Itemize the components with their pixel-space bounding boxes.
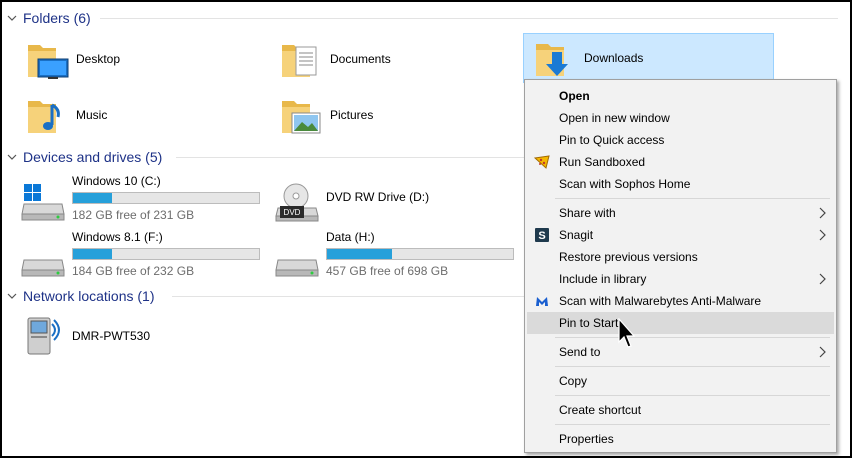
menu-item-label: Create shortcut (559, 403, 642, 417)
chevron-right-icon (819, 229, 826, 241)
svg-text:S: S (538, 230, 545, 242)
menu-item-label: Snagit (559, 228, 594, 242)
music-folder-icon (28, 101, 60, 133)
mouse-pointer-icon (618, 318, 636, 348)
folder-desktop[interactable]: Desktop (26, 35, 266, 83)
drive-usage-fill (73, 249, 113, 259)
documents-folder-icon (282, 45, 317, 77)
drive-free-space: 457 GB free of 698 GB (326, 264, 449, 278)
pictures-folder-icon (282, 101, 321, 134)
drive-d[interactable]: DVD DVD RW Drive (D:) (274, 174, 514, 226)
menu-item-snagit[interactable]: S Snagit (527, 224, 834, 246)
drive-name: Windows 8.1 (F:) (72, 230, 163, 244)
menu-item-label: Scan with Malwarebytes Anti-Malware (559, 294, 762, 308)
drive-usage-bar (72, 192, 260, 204)
context-menu: Open Open in new window Pin to Quick acc… (524, 79, 837, 453)
menu-item-copy[interactable]: Copy (527, 370, 834, 392)
chevron-down-icon (7, 154, 17, 160)
chevron-right-icon (819, 346, 826, 358)
menu-item-label: Properties (559, 432, 614, 446)
drive-name: DVD RW Drive (D:) (326, 190, 430, 204)
drive-h[interactable]: Data (H:) 457 GB free of 698 GB (274, 230, 514, 282)
menu-item-open[interactable]: Open (527, 85, 834, 107)
menu-item-label: Open (559, 89, 590, 103)
section-header-folders[interactable]: Folders (6) (6, 8, 91, 28)
chevron-right-icon (819, 273, 826, 285)
folder-pictures[interactable]: Pictures (280, 91, 520, 139)
media-device-icon (27, 317, 60, 355)
folder-name: Music (76, 108, 108, 122)
windows-drive-icon (21, 184, 65, 221)
folder-documents[interactable]: Documents (280, 35, 520, 83)
menu-item-label: Share with (559, 206, 616, 220)
folder-name: Documents (330, 52, 391, 66)
section-header-network[interactable]: Network locations (1) (6, 286, 155, 306)
section-title: Folders (6) (23, 10, 91, 26)
menu-item-restore-versions[interactable]: Restore previous versions (527, 246, 834, 268)
menu-item-label: Open in new window (559, 111, 670, 125)
menu-separator (555, 337, 830, 338)
drive-usage-bar (326, 248, 514, 260)
menu-item-label: Scan with Sophos Home (559, 177, 691, 191)
menu-item-run-sandboxed[interactable]: Run Sandboxed (527, 151, 834, 173)
snagit-icon: S (535, 228, 549, 242)
menu-item-scan-sophos[interactable]: Scan with Sophos Home (527, 173, 834, 195)
menu-item-label: Send to (559, 345, 601, 359)
sandbox-icon (534, 155, 550, 169)
drive-usage-bar (72, 248, 260, 260)
menu-item-properties[interactable]: Properties (527, 428, 834, 450)
drive-free-space: 182 GB free of 231 GB (72, 208, 195, 222)
folder-downloads[interactable]: Downloads (523, 33, 774, 83)
menu-item-include-library[interactable]: Include in library (527, 268, 834, 290)
menu-item-send-to[interactable]: Send to (527, 341, 834, 363)
section-divider (172, 296, 524, 297)
folder-music[interactable]: Music (26, 91, 266, 139)
menu-item-share-with[interactable]: Share with (527, 202, 834, 224)
section-title: Network locations (1) (23, 288, 155, 304)
network-device[interactable]: DMR-PWT530 (22, 312, 262, 360)
device-name: DMR-PWT530 (72, 329, 151, 343)
menu-item-label: Run Sandboxed (559, 155, 646, 169)
chevron-right-icon (819, 207, 826, 219)
folder-name: Downloads (584, 51, 644, 65)
section-divider (176, 157, 524, 158)
folder-name: Desktop (76, 52, 121, 66)
menu-item-create-shortcut[interactable]: Create shortcut (527, 399, 834, 421)
drive-c[interactable]: Windows 10 (C:) 182 GB free of 231 GB (20, 174, 260, 226)
hard-drive-icon (21, 259, 65, 277)
menu-item-scan-malwarebytes[interactable]: Scan with Malwarebytes Anti-Malware (527, 290, 834, 312)
chevron-down-icon (7, 293, 17, 299)
svg-text:DVD: DVD (284, 208, 301, 217)
menu-item-label: Pin to Start (559, 316, 619, 330)
section-divider (100, 18, 838, 19)
desktop-folder-icon (28, 45, 69, 79)
hard-drive-icon (275, 259, 319, 277)
menu-item-label: Pin to Quick access (559, 133, 665, 147)
dvd-drive-icon: DVD (275, 183, 319, 222)
menu-item-pin-quick-access[interactable]: Pin to Quick access (527, 129, 834, 151)
menu-item-open-new-window[interactable]: Open in new window (527, 107, 834, 129)
menu-separator (555, 395, 830, 396)
menu-separator (555, 366, 830, 367)
drive-name: Windows 10 (C:) (72, 174, 161, 188)
downloads-folder-icon (536, 44, 568, 76)
drive-free-space: 184 GB free of 232 GB (72, 264, 195, 278)
drive-f[interactable]: Windows 8.1 (F:) 184 GB free of 232 GB (20, 230, 260, 282)
menu-item-label: Copy (559, 374, 588, 388)
folder-name: Pictures (330, 108, 374, 122)
chevron-down-icon (7, 15, 17, 21)
drive-usage-fill (73, 193, 113, 203)
malwarebytes-icon (536, 297, 548, 306)
menu-item-pin-to-start[interactable]: Pin to Start (527, 312, 834, 334)
section-title: Devices and drives (5) (23, 149, 163, 165)
menu-separator (555, 198, 830, 199)
menu-item-label: Include in library (559, 272, 647, 286)
section-header-devices[interactable]: Devices and drives (5) (6, 147, 162, 167)
drive-name: Data (H:) (326, 230, 375, 244)
menu-item-label: Restore previous versions (559, 250, 698, 264)
drive-usage-fill (327, 249, 393, 259)
menu-separator (555, 424, 830, 425)
